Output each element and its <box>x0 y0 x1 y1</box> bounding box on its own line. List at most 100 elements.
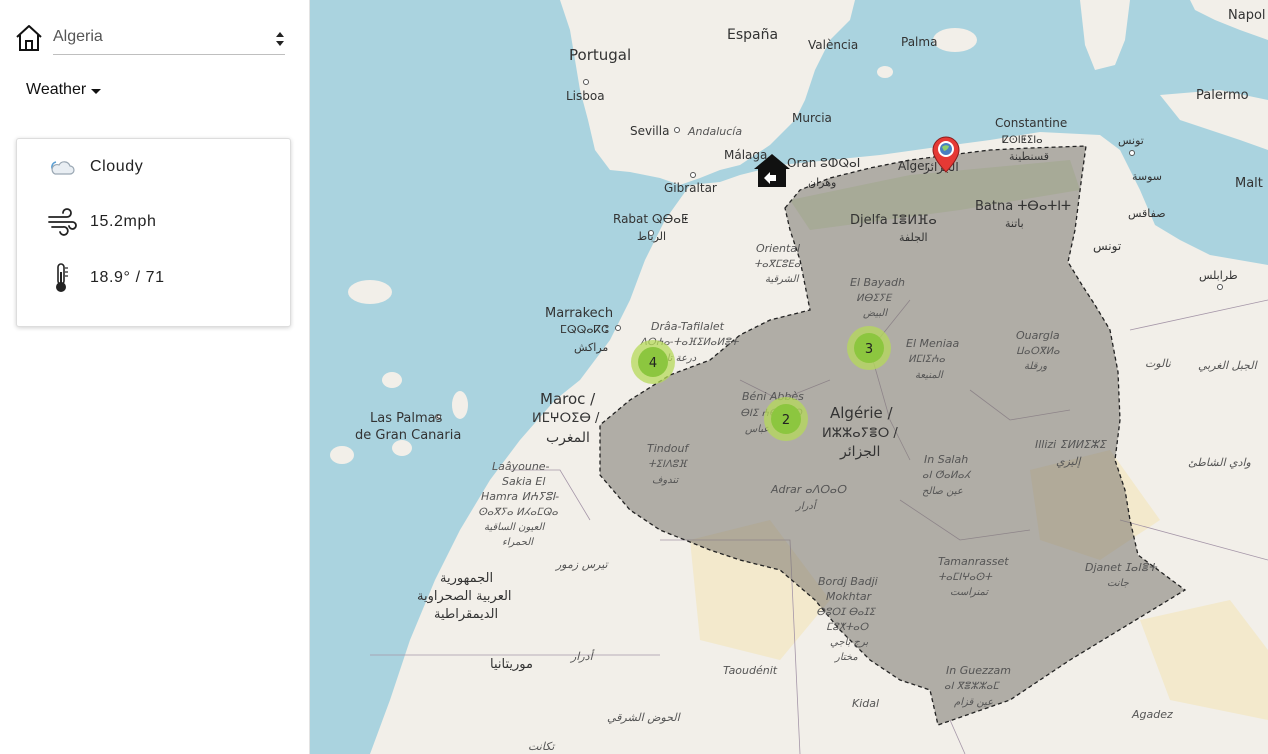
map-label-sevilla: Sevilla <box>630 124 669 138</box>
map[interactable]: Napol España València Palma Portugal Lis… <box>310 0 1268 754</box>
select-arrows-icon <box>276 32 284 46</box>
map-label-palermo: Palermo <box>1196 88 1249 103</box>
map-label-taoudenit: Taoudénit <box>723 664 778 677</box>
map-label-agadez: Agadez <box>1131 708 1173 721</box>
map-label-gibraltar: Gibraltar <box>664 181 717 195</box>
map-label-tunis2-ar: تونس <box>1093 239 1121 254</box>
map-label-rabat-ar: الرباط <box>637 230 666 243</box>
map-label-maroc: Maroc / <box>540 390 596 408</box>
weather-dropdown-toggle[interactable]: Weather <box>26 78 102 102</box>
canary-island-2 <box>382 372 402 388</box>
map-label-sakia: Sakia El <box>502 475 545 488</box>
map-label-tindouf: Tindouf <box>647 442 690 455</box>
weather-card: Cloudy 15.2mph 18.9° / 71 <box>16 138 291 327</box>
country-select[interactable]: Algeria <box>53 24 285 55</box>
map-label-marrakech: Marrakech <box>545 306 613 321</box>
map-label-tamanrasset-ar: تمنراست <box>950 587 989 598</box>
map-label-portugal: Portugal <box>569 46 631 64</box>
marker-cluster[interactable]: 4 <box>631 340 675 384</box>
map-label-malaga: Málaga <box>724 148 767 162</box>
map-label-tagant-ar: تكانت <box>528 740 556 753</box>
map-label-bordj-tz: ⴱⵓⵔⵊ ⴱⴰⵊⵉ <box>816 607 877 618</box>
map-label-tindouf-tz: ⵜⵉⵏⴷⵓⴼ <box>648 459 688 470</box>
map-label-el-meniaa: El Meniaa <box>906 337 960 350</box>
canary-island-5 <box>452 391 468 419</box>
weather-condition-text: Cloudy <box>90 158 144 175</box>
map-label-marrakech-tz: ⵎⵕⵕⴰⴽⵛ <box>560 323 609 336</box>
map-label-tarabulus-ar: طرابلس <box>1199 269 1238 282</box>
map-label-tamanrasset: Tamanrasset <box>938 555 1009 568</box>
map-label-ouargla: Ouargla <box>1016 329 1060 342</box>
map-label-hamra-ar: العيون الساقية <box>484 522 546 533</box>
weather-dropdown-label: Weather <box>26 81 87 98</box>
map-label-algerie: Algérie / <box>830 404 894 422</box>
caret-down-icon <box>91 88 102 94</box>
home-button[interactable] <box>14 22 44 54</box>
canary-island-3 <box>330 446 354 464</box>
country-select-value: Algeria <box>53 28 103 45</box>
marker-cluster[interactable]: 3 <box>847 326 891 370</box>
map-label-in-salah-tz: ⴰⵏ ⵚⴰⵍⴰⵃ <box>922 470 972 481</box>
map-label-murcia: Murcia <box>792 111 832 125</box>
canary-island-1 <box>348 280 392 304</box>
map-label-in-guezzam: In Guezzam <box>946 664 1011 677</box>
map-label-in-guezzam-tz: ⴰⵏ ⴳⴻⵣⵣⴰⵎ <box>944 681 1000 692</box>
map-label-tamanrasset-tz: ⵜⴰⵎⵏⵖⴰⵙⵜ <box>938 572 993 583</box>
map-label-mokhtar: Mokhtar <box>826 590 873 603</box>
marker-cluster[interactable]: 2 <box>764 397 808 441</box>
map-label-in-salah: In Salah <box>924 453 968 466</box>
map-label-constantine-tz: ⵇⵙⵏⵟⵉⵏⴰ <box>1002 135 1043 146</box>
map-label-bordj-tz2: ⵎⵓⵅⵜⴰⵔ <box>826 622 869 633</box>
map-label-hodh-ar: الحوض الشرقي <box>607 711 682 724</box>
map-label-lisboa: Lisboa <box>566 89 605 103</box>
map-label-maroc-ar: المغرب <box>546 430 590 446</box>
map-label-sahrawi-ar2: العربية الصحراوية <box>417 589 512 604</box>
map-label-jabal-ar: الجبل الغربي <box>1198 359 1259 372</box>
map-label-hamra-ar2: الحمراء <box>502 537 534 548</box>
map-label-oran: Oran ⵓⵀⵕⴰⵏ <box>787 156 860 170</box>
map-label-djelfa-ar: الجلفة <box>899 231 928 244</box>
map-label-oriental-tz: ⵜⴰⴳⵎⵓⴹⴰ <box>754 259 801 270</box>
map-label-ouargla-tz: ⵡⴰⵔⴳⵍⴰ <box>1016 346 1060 357</box>
map-label-algerie-tz: ⵍⵣⵣⴰⵢⴻⵔ / <box>822 426 898 441</box>
cloud-icon <box>47 152 77 182</box>
map-label-maroc-tz: ⵍⵎⵖⵔⵉⴱ / <box>532 411 600 426</box>
map-label-constantine-ar: قسنطينة <box>1009 150 1049 163</box>
sardinia-land <box>1080 0 1130 70</box>
map-label-constantine: Constantine <box>995 116 1067 130</box>
map-label-el-bayadh: El Bayadh <box>850 276 905 289</box>
temperature-row: 18.9° / 71 <box>47 263 165 293</box>
map-label-mauritania-ar: موريتانيا <box>490 657 533 672</box>
map-label-batna-ar: باتنة <box>1005 217 1024 230</box>
map-label-el-meniaa-tz: ⵍⵎⵏⵉⵄⴰ <box>908 354 945 365</box>
cluster-count: 3 <box>865 342 873 357</box>
map-label-algerie-ar: الجزائر <box>839 444 880 460</box>
map-label-djelfa: Djelfa ⵊⴻⵍⴼⴰ <box>850 213 937 228</box>
map-label-djanet: Djanet ⵊⴰⵏⴻⵜ <box>1085 561 1158 574</box>
map-label-hamra-tz: ⵙⴰⴳⵢⴰ ⵍⵃⴰⵎⵕⴰ <box>478 507 558 518</box>
map-label-sahrawi-ar3: الديمقراطية <box>434 607 498 622</box>
map-label-hamra: Hamra ⵍⵄⵢⵓⵏ- <box>481 490 559 503</box>
map-label-valencia: València <box>808 38 858 52</box>
map-label-djanet-ar: جانت <box>1107 578 1130 589</box>
map-label-batna: Batna ⵜⴱⴰⵜⵏⵜ <box>975 199 1071 214</box>
map-label-palma: Palma <box>901 35 937 49</box>
map-label-oran-ar: وهران <box>808 176 836 189</box>
map-label-malta: Malt <box>1235 176 1263 191</box>
weather-condition-row: Cloudy <box>47 152 143 182</box>
wind-icon <box>47 207 77 237</box>
thermometer-icon <box>47 263 77 293</box>
map-label-tiris-ar: تيرس زمور <box>554 558 610 571</box>
map-label-laayoune: Laâyoune- <box>492 460 550 473</box>
map-label-sfax-ar: صفاقس <box>1128 207 1166 220</box>
wind-row: 15.2mph <box>47 207 156 237</box>
map-label-rabat: Rabat ⵕⴱⴰⵟ <box>613 212 688 226</box>
map-label-oriental-ar: الشرقية <box>765 274 800 285</box>
map-label-oriental: Oriental <box>756 242 800 255</box>
cluster-count: 2 <box>782 413 790 428</box>
map-label-in-salah-ar: عين صالح <box>922 486 963 497</box>
map-label-gran-canaria: de Gran Canaria <box>355 428 461 443</box>
map-label-bordj: Bordj Badji <box>818 575 878 588</box>
map-canvas: Napol España València Palma Portugal Lis… <box>330 0 1268 754</box>
map-label-draa: Drâa-Tafilalet <box>651 320 725 333</box>
